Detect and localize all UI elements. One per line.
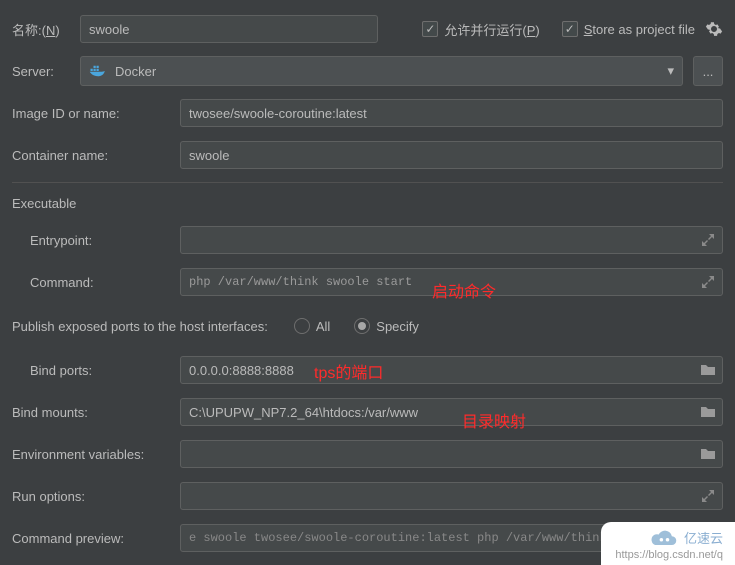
publish-ports-label: Publish exposed ports to the host interf…	[12, 319, 268, 334]
watermark-brand: 亿速云	[684, 528, 723, 547]
image-id-label: Image ID or name:	[12, 106, 170, 121]
folder-icon[interactable]	[700, 404, 716, 420]
radio-icon	[294, 318, 310, 334]
entrypoint-label: Entrypoint:	[12, 233, 170, 248]
run-options-input[interactable]	[180, 482, 723, 510]
env-vars-input[interactable]	[180, 440, 723, 468]
gear-icon[interactable]	[705, 20, 723, 38]
executable-section-label: Executable	[12, 196, 76, 211]
store-project-label: Store as project file	[584, 22, 695, 37]
image-id-input[interactable]	[180, 99, 723, 127]
command-label: Command:	[12, 275, 170, 290]
radio-all-label: All	[316, 319, 330, 334]
allow-parallel-checkbox[interactable]: ✓ 允许并行运行(P)	[422, 20, 539, 39]
bind-ports-input[interactable]	[180, 356, 723, 384]
watermark-url: https://blog.csdn.net/q	[615, 549, 723, 561]
expand-icon[interactable]	[700, 488, 716, 504]
divider	[12, 182, 723, 183]
radio-all[interactable]: All	[294, 318, 330, 334]
folder-icon[interactable]	[700, 446, 716, 462]
docker-icon	[89, 64, 107, 78]
expand-icon[interactable]	[700, 232, 716, 248]
folder-icon[interactable]	[700, 362, 716, 378]
name-label: 名称:(N)	[12, 20, 70, 39]
command-preview-label: Command preview:	[12, 531, 170, 546]
watermark: 亿速云 https://blog.csdn.net/q	[601, 522, 735, 565]
bind-mounts-input[interactable]	[180, 398, 723, 426]
server-select[interactable]: Docker ▾	[80, 56, 683, 86]
cloud-icon	[650, 529, 678, 547]
env-vars-label: Environment variables:	[12, 447, 170, 462]
radio-icon	[354, 318, 370, 334]
radio-specify-label: Specify	[376, 319, 419, 334]
check-icon: ✓	[422, 21, 438, 37]
container-name-input[interactable]	[180, 141, 723, 169]
chevron-down-icon: ▾	[667, 63, 674, 79]
container-name-label: Container name:	[12, 148, 170, 163]
bind-mounts-label: Bind mounts:	[12, 405, 170, 420]
check-icon: ✓	[562, 21, 578, 37]
server-browse-button[interactable]: ...	[693, 56, 723, 86]
bind-ports-label: Bind ports:	[12, 363, 170, 378]
expand-icon[interactable]	[700, 274, 716, 290]
name-input[interactable]	[80, 15, 378, 43]
server-value: Docker	[115, 64, 156, 79]
entrypoint-input[interactable]	[180, 226, 723, 254]
store-project-checkbox[interactable]: ✓ Store as project file	[562, 21, 695, 37]
run-options-label: Run options:	[12, 489, 170, 504]
server-label: Server:	[12, 64, 70, 79]
radio-specify[interactable]: Specify	[354, 318, 419, 334]
allow-parallel-label: 允许并行运行(P)	[444, 20, 539, 39]
command-input[interactable]	[180, 268, 723, 296]
